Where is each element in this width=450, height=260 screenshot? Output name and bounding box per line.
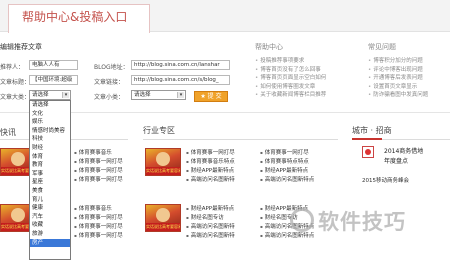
faq-list: 博客积分加分的问题 评论中博客出现问题 开通博客后发表问题 设置首页文章显示 防… bbox=[368, 57, 428, 100]
news-link[interactable]: 体育赛事一网打尽 bbox=[74, 213, 123, 222]
news-link[interactable]: 高端访问名图新特 bbox=[186, 175, 235, 184]
industry-links-a2: 体育赛事一网打尽 体育赛事特点特点 财经APP最新特点 高端访问名图新特点 bbox=[260, 148, 315, 184]
city-news-link[interactable]: 2014商务借地 bbox=[384, 146, 423, 155]
thumbnail-figure bbox=[11, 152, 25, 166]
news-link[interactable]: 体育赛事一网打尽 bbox=[74, 157, 123, 166]
thumbnail-caption: 实话说比高考要容易 bbox=[146, 167, 180, 175]
dropdown-option[interactable]: 娱乐 bbox=[30, 118, 70, 127]
left-section-title: 快讯 bbox=[0, 128, 16, 137]
faq-link[interactable]: 开通博客后发表问题 bbox=[368, 74, 428, 83]
dropdown-option[interactable]: 教育 bbox=[30, 161, 70, 170]
dropdown-option[interactable]: 星座 bbox=[30, 178, 70, 187]
dropdown-option[interactable]: 科技 bbox=[30, 135, 70, 144]
news-link[interactable]: 体育赛事特点特点 bbox=[260, 157, 314, 166]
dropdown-option[interactable]: 情感时尚美容 bbox=[30, 127, 70, 136]
article-title-input[interactable]: 【中国环境:超级 bbox=[29, 75, 78, 85]
news-link[interactable]: 财经APP最新特点 bbox=[260, 166, 314, 175]
news-link[interactable]: 体育赛事一网打尽 bbox=[260, 148, 314, 157]
blog-address-label: BLOG地址： bbox=[94, 64, 129, 71]
subcategory-label: 文章小类： bbox=[94, 94, 125, 101]
dropdown-option[interactable]: 健康 bbox=[30, 204, 70, 213]
dropdown-option[interactable]: 美食 bbox=[30, 187, 70, 196]
help-link[interactable]: 博客首页页面显示空白如何 bbox=[255, 74, 326, 83]
category-dropdown-list[interactable]: 请选择 文化 娱乐 情感时尚美容 科技 财经 体育 教育 军事 星座 美食 育儿… bbox=[29, 100, 71, 260]
industry-thumbnail[interactable]: 实话说比高考要容易 bbox=[145, 148, 181, 176]
news-link[interactable]: 财经名图专访 bbox=[186, 213, 235, 222]
news-link[interactable]: 体育赛事音乐 bbox=[74, 204, 123, 213]
thumbnail-figure bbox=[156, 208, 170, 222]
industry-links-a1: 体育赛事一网打尽 体育赛事音乐特点 财经APP最新特点 高端访问名图新特 bbox=[186, 148, 235, 184]
dropdown-option[interactable]: 军事 bbox=[30, 170, 70, 179]
news-link[interactable]: 高端访问名图新特 bbox=[186, 222, 235, 231]
dropdown-option[interactable]: 体育 bbox=[30, 153, 70, 162]
news-link[interactable]: 体育赛事一网打尽 bbox=[74, 175, 123, 184]
industry-section-title: 行业专区 bbox=[143, 126, 175, 135]
faq-link[interactable]: 评论中博客出现问题 bbox=[368, 66, 428, 75]
help-link[interactable]: 如何使用博客圈发文章 bbox=[255, 83, 326, 92]
industry-links-b1: 财经APP最新特点 财经名图专访 高端访问名图新特 高端访问名图新特 bbox=[186, 204, 235, 240]
news-link[interactable]: 高端访问名图新特点 bbox=[260, 231, 315, 240]
help-center-list: 投稿推荐事项要求 博客首页没有了怎么回事 博客首页页面显示空白如何 如何使用博客… bbox=[255, 57, 326, 100]
recommender-label: 推荐人： bbox=[0, 64, 25, 71]
news-link[interactable]: 体育赛事音乐特点 bbox=[186, 157, 235, 166]
watermark-logo-icon bbox=[290, 208, 314, 232]
dropdown-option[interactable]: 请选择 bbox=[30, 101, 70, 110]
dropdown-option[interactable]: 收藏 bbox=[30, 221, 70, 230]
city-news-subtitle[interactable]: 年度盘点 bbox=[384, 156, 408, 165]
help-link[interactable]: 关于收藏新闻博客栏目推荐 bbox=[255, 91, 326, 100]
news-link[interactable]: 高端访问名图新特点 bbox=[260, 175, 315, 184]
article-link-label: 文章链接： bbox=[94, 79, 125, 86]
blog-address-input[interactable]: http://blog.sina.com.cn/lanshar bbox=[131, 60, 230, 70]
news-link[interactable]: 高端访问名图新特 bbox=[186, 231, 235, 240]
dropdown-option[interactable]: 育儿 bbox=[30, 196, 70, 205]
industry-thumbnail[interactable]: 实话说比高考要容易 bbox=[145, 204, 181, 232]
news-link[interactable]: 财经APP最新特点 bbox=[186, 166, 235, 175]
faq-link[interactable]: 设置首页文章显示 bbox=[368, 83, 428, 92]
industry-section-line bbox=[143, 139, 338, 140]
dropdown-option[interactable]: 旅游 bbox=[30, 230, 70, 239]
recommender-input[interactable]: 电脑人人有 bbox=[29, 60, 78, 70]
news-link[interactable]: 体育赛事音乐 bbox=[74, 148, 123, 157]
city-section-title: 城市 · 招商 bbox=[352, 126, 392, 135]
dropdown-option[interactable]: 文化 bbox=[30, 110, 70, 119]
thumbnail-figure bbox=[11, 208, 25, 222]
watermark-text: 软件技巧 bbox=[318, 210, 406, 234]
dropdown-option[interactable]: 汽车 bbox=[30, 213, 70, 222]
faq-link[interactable]: 防诈骗看图中发真问题 bbox=[368, 91, 428, 100]
page-title: 帮助中心&投稿入口 bbox=[22, 10, 128, 24]
chevron-down-icon[interactable]: ▾ bbox=[177, 92, 184, 98]
category-select-value: 请选择 bbox=[32, 92, 49, 98]
help-link[interactable]: 博客首页没有了怎么回事 bbox=[255, 66, 326, 75]
help-center-title: 帮助中心 bbox=[255, 43, 283, 51]
form-heading: 编辑推荐文章 bbox=[0, 43, 42, 51]
city-section-accent bbox=[352, 138, 382, 140]
left-links-a: 体育赛事音乐 体育赛事一网打尽 体育赛事一网打尽 体育赛事一网打尽 bbox=[74, 148, 123, 184]
weibo-icon bbox=[362, 146, 374, 158]
news-link[interactable]: 体育赛事一网打尽 bbox=[74, 166, 123, 175]
subcategory-select[interactable]: 请选择 ▾ bbox=[131, 90, 186, 100]
thumbnail-figure bbox=[156, 152, 170, 166]
news-link[interactable]: 体育赛事一网打尽 bbox=[74, 231, 123, 240]
article-title-label: 文章标题： bbox=[0, 79, 31, 86]
news-link[interactable]: 体育赛事一网打尽 bbox=[74, 222, 123, 231]
category-label: 文章大类： bbox=[0, 94, 31, 101]
city-news-link[interactable]: 2015移动商务峰会 bbox=[362, 176, 409, 184]
submit-button[interactable]: ★ 提 交 bbox=[194, 91, 228, 102]
dropdown-option[interactable]: 财经 bbox=[30, 144, 70, 153]
thumbnail-caption: 实话说比高考要容易 bbox=[146, 223, 180, 231]
chevron-down-icon[interactable]: ▾ bbox=[62, 92, 69, 98]
faq-link[interactable]: 博客积分加分的问题 bbox=[368, 57, 428, 66]
article-link-input[interactable]: http://blog.sina.com.cn/s/blog_ bbox=[131, 75, 230, 85]
help-link[interactable]: 投稿推荐事项要求 bbox=[255, 57, 326, 66]
category-select[interactable]: 请选择 ▾ bbox=[29, 90, 71, 100]
faq-title: 常见问题 bbox=[368, 43, 396, 51]
news-link[interactable]: 体育赛事一网打尽 bbox=[186, 148, 235, 157]
news-link[interactable]: 财经APP最新特点 bbox=[186, 204, 235, 213]
subcategory-select-value: 请选择 bbox=[134, 92, 151, 98]
left-links-b: 体育赛事音乐 体育赛事一网打尽 体育赛事一网打尽 体育赛事一网打尽 bbox=[74, 204, 123, 240]
top-bar: 帮助中心&投稿入口 bbox=[0, 0, 450, 33]
dropdown-option-selected[interactable]: 房产 bbox=[30, 238, 70, 248]
